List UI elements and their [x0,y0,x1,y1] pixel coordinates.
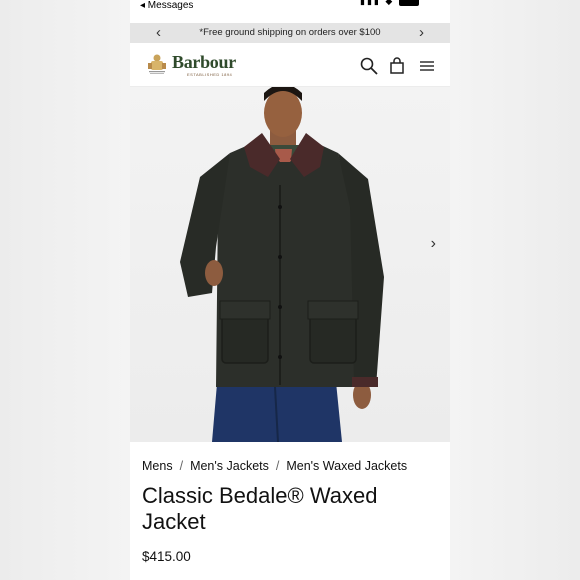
royal-warrant-crest-icon [148,54,166,74]
search-icon[interactable] [360,57,378,75]
battery-icon [398,0,419,7]
phone-screen: ◂ Messages ▮▮▮ ◆ ‹ *Free ground shipping… [130,0,450,580]
image-next-button[interactable]: › [431,235,436,253]
menu-icon[interactable] [418,57,436,75]
back-to-messages[interactable]: ◂ Messages [140,0,193,12]
breadcrumb-mens-waxed-jackets[interactable]: Men's Waxed Jackets [286,459,407,473]
breadcrumb-mens[interactable]: Mens [142,459,173,473]
product-info: Mens / Men's Jackets / Men's Waxed Jackets C… [130,443,450,580]
status-bar: ◂ Messages ▮▮▮ ◆ [130,0,450,22]
background-right [450,0,580,580]
promo-next-button[interactable]: › [419,24,424,42]
product-title: Classic Bedale® Waxed Jacket [142,483,378,534]
promo-text: *Free ground shipping on orders over $10… [199,27,381,38]
brand-logo[interactable]: Barbour [172,52,236,73]
breadcrumb-separator: / [275,459,280,473]
promo-banner: ‹ *Free ground shipping on orders over $… [130,23,450,43]
shopping-bag-icon[interactable] [388,57,406,75]
model-head [264,89,302,137]
product-price: $415.00 [142,549,191,564]
background-left [0,0,130,580]
breadcrumb-separator: / [179,459,184,473]
breadcrumb: Mens / Men's Jackets / Men's Waxed Jackets [142,459,407,473]
site-header: Barbour ESTABLISHED 1894 [130,44,450,87]
model-wearing-jacket-image [180,87,384,442]
product-image[interactable]: › [130,87,450,442]
brand-tagline: ESTABLISHED 1894 [187,72,233,77]
breadcrumb-mens-jackets[interactable]: Men's Jackets [190,459,269,473]
status-icons: ▮▮▮ ◆ [360,0,419,7]
